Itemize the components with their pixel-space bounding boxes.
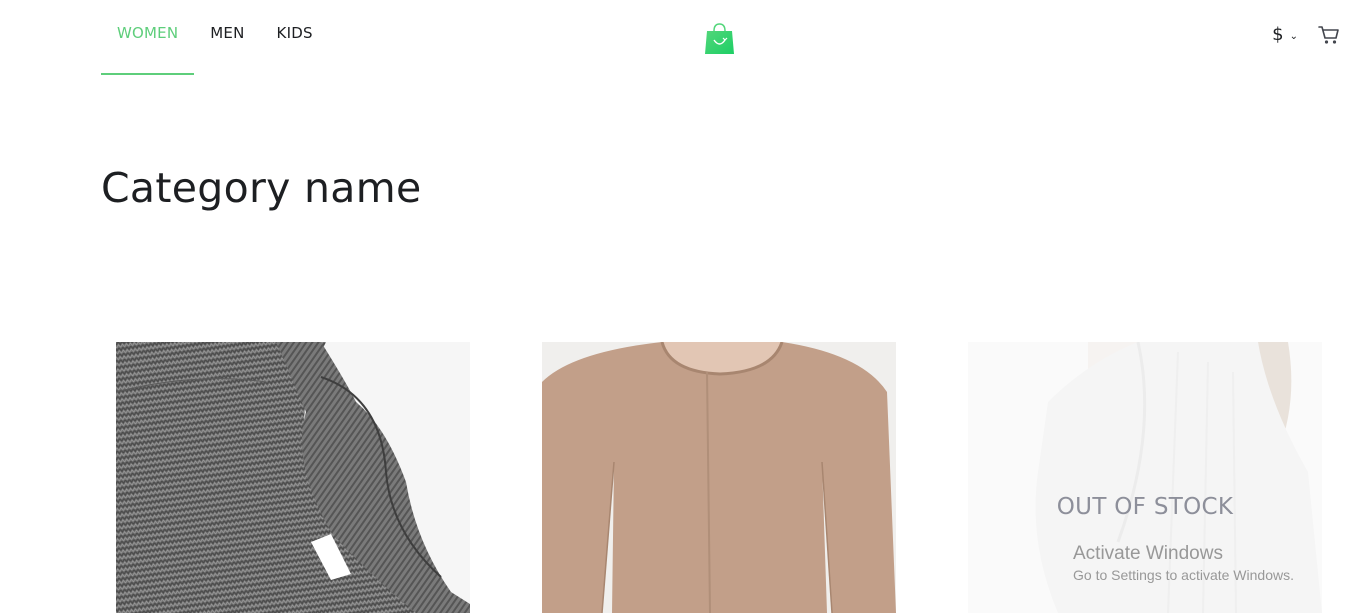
nav-item-kids[interactable]: KIDS bbox=[261, 0, 329, 75]
chevron-down-icon: ⌄ bbox=[1289, 31, 1298, 42]
nav-item-men[interactable]: MEN bbox=[194, 0, 260, 75]
product-card[interactable] bbox=[542, 342, 896, 613]
watermark-subtitle: Go to Settings to activate Windows. bbox=[1073, 567, 1294, 583]
product-image bbox=[116, 342, 470, 613]
out-of-stock-label: OUT OF STOCK bbox=[1056, 494, 1234, 520]
cart-icon[interactable] bbox=[1318, 25, 1340, 45]
watermark-title: Activate Windows bbox=[1073, 543, 1223, 564]
product-card[interactable] bbox=[116, 342, 470, 613]
header: WOMEN MEN KIDS $ ⌄ bbox=[0, 0, 1360, 80]
currency-symbol: $ bbox=[1272, 24, 1284, 45]
brand-logo-icon[interactable] bbox=[703, 23, 736, 55]
currency-switcher[interactable]: $ ⌄ bbox=[1272, 24, 1298, 45]
windows-activation-watermark: Activate Windows Go to Settings to activ… bbox=[1073, 543, 1294, 583]
category-title: Category name bbox=[101, 164, 422, 212]
product-image bbox=[542, 342, 896, 613]
header-actions: $ ⌄ bbox=[1272, 24, 1340, 45]
category-nav: WOMEN MEN KIDS bbox=[101, 0, 329, 75]
nav-item-women[interactable]: WOMEN bbox=[101, 0, 195, 75]
page: WOMEN MEN KIDS $ ⌄ Category name OUT OF … bbox=[0, 0, 1360, 613]
